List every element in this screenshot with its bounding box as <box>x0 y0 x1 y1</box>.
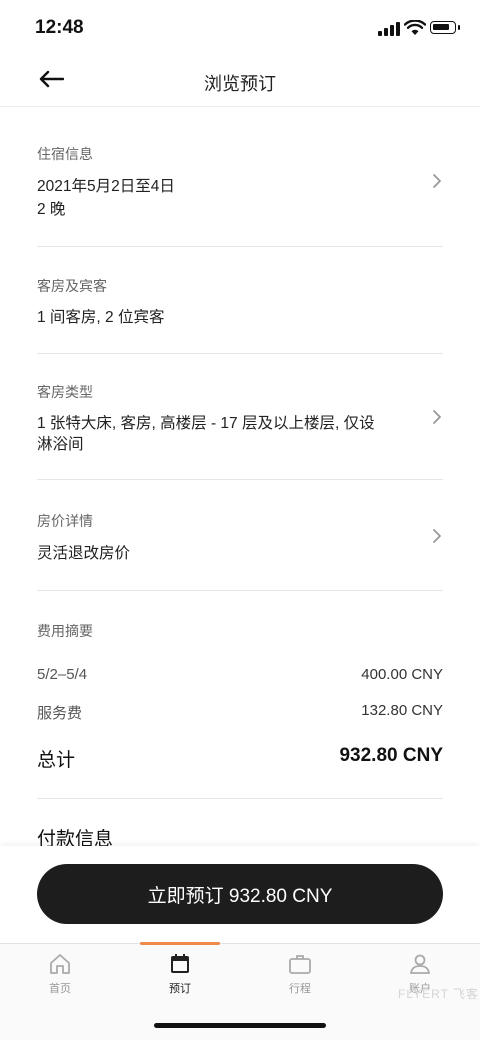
total-label: 总计 <box>37 750 76 771</box>
home-indicator[interactable] <box>154 1023 326 1028</box>
chevron-right-icon[interactable] <box>431 528 443 544</box>
tab-label: 预订 <box>169 983 191 995</box>
wifi-icon <box>403 19 427 36</box>
stay-dates[interactable]: 2021年5月2日至4日 <box>37 176 175 197</box>
stay-label: 住宿信息 <box>37 146 93 162</box>
summary-row-name: 服务费 <box>37 705 83 722</box>
signal-icon <box>378 22 400 36</box>
room-type-line2: 淋浴间 <box>37 436 84 453</box>
total-amount: 932.80 CNY <box>339 745 443 766</box>
tab-home[interactable]: 首页 <box>20 952 100 996</box>
page-title: 浏览预订 <box>204 74 276 94</box>
user-icon <box>409 954 431 974</box>
summary-row-amount: 400.00 CNY <box>361 666 443 683</box>
watermark: FLYERT 飞客 <box>398 987 480 1001</box>
tab-label: 行程 <box>289 983 311 995</box>
divider <box>37 246 443 247</box>
battery-icon <box>430 21 456 34</box>
divider <box>37 590 443 591</box>
book-now-button[interactable]: 立即预订 932.80 CNY <box>37 864 443 924</box>
calendar-icon <box>171 954 189 973</box>
stay-nights: 2 晚 <box>37 201 66 218</box>
status-time: 12:48 <box>35 17 84 38</box>
battery-cap <box>458 25 460 30</box>
divider <box>37 798 443 799</box>
rooms-guests-label: 客房及宾客 <box>37 278 107 294</box>
tab-trips[interactable]: 行程 <box>260 952 340 996</box>
chevron-right-icon[interactable] <box>431 173 443 189</box>
home-icon <box>50 954 70 974</box>
rate-label: 房价详情 <box>37 513 93 529</box>
summary-row-amount: 132.80 CNY <box>361 702 443 719</box>
room-type-line1[interactable]: 1 张特大床, 客房, 高楼层 - 17 层及以上楼层, 仅设 <box>37 413 375 434</box>
rate-value[interactable]: 灵活退改房价 <box>37 543 130 564</box>
briefcase-icon <box>289 955 311 974</box>
tab-booking[interactable]: 预订 <box>140 952 220 996</box>
divider <box>37 479 443 480</box>
chevron-right-icon[interactable] <box>431 409 443 425</box>
summary-label: 费用摘要 <box>37 623 93 639</box>
room-type-label: 客房类型 <box>37 384 93 400</box>
rooms-guests-value: 1 间客房, 2 位宾客 <box>37 309 165 326</box>
active-tab-indicator <box>140 942 220 945</box>
tab-label: 首页 <box>49 983 71 995</box>
divider <box>37 353 443 354</box>
summary-row-name: 5/2–5/4 <box>37 666 88 683</box>
